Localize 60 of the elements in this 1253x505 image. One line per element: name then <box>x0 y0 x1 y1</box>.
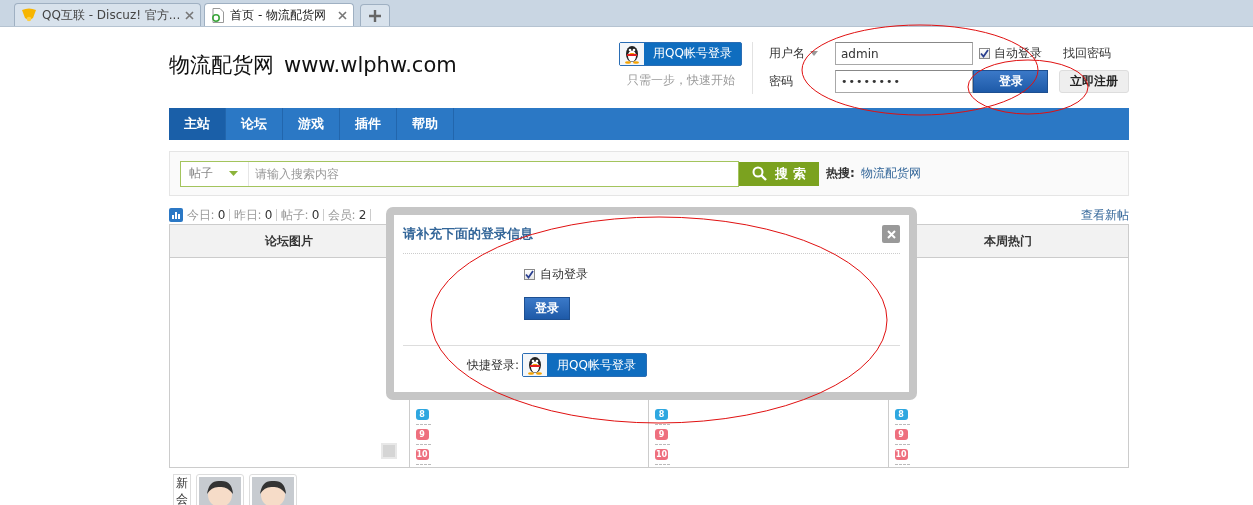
rank-badge: 8 <box>655 409 668 420</box>
checkbox-label: 自动登录 <box>540 266 588 283</box>
forgot-password-link[interactable]: 找回密码 <box>1063 45 1129 62</box>
nav-tab[interactable]: 帮助 <box>397 108 454 140</box>
plus-icon <box>369 9 382 22</box>
username-field[interactable]: admin <box>835 42 973 65</box>
search-icon <box>752 166 768 181</box>
rank-badge: 10 <box>655 449 669 460</box>
view-new-posts-link[interactable]: 查看新帖 <box>1081 206 1129 224</box>
close-icon[interactable] <box>185 10 195 20</box>
rank-badge: 8 <box>894 409 908 420</box>
nav-tab[interactable]: 插件 <box>340 108 397 140</box>
rank-badge: 10 <box>415 449 429 460</box>
quick-login-label: 快捷登录: <box>467 356 520 374</box>
checkbox-label: 自动登录 <box>994 45 1042 62</box>
qq-login-button[interactable]: 用QQ帐号登录 <box>619 41 742 66</box>
hot-search-link[interactable]: 物流配货网 <box>860 165 921 182</box>
close-icon[interactable] <box>338 10 348 20</box>
search-field[interactable]: 帖子 请输入搜索内容 <box>180 160 739 187</box>
qq-login-hint: 只需一步，快速开始 <box>626 71 735 89</box>
rank-badge: 9 <box>894 429 908 440</box>
password-field[interactable]: •••••••• <box>835 70 973 93</box>
browser-tab[interactable]: QQ互联 - Discuz! 官方... <box>14 3 202 26</box>
rank-badge: 8 <box>415 409 429 420</box>
browser-tab[interactable]: 首页 - 物流配货网 <box>204 3 355 26</box>
stat-item: 今日: 0 <box>187 209 230 221</box>
stat-item: 帖子: 0 <box>277 209 325 221</box>
column-header: 论坛图片 <box>265 232 314 250</box>
checkbox[interactable] <box>524 269 535 280</box>
hot-search-label: 热搜: <box>826 165 855 182</box>
nav-tab[interactable]: 论坛 <box>226 108 283 140</box>
bell-icon <box>21 8 37 22</box>
new-tab-button[interactable] <box>360 4 391 26</box>
caret-icon[interactable] <box>810 51 818 56</box>
stat-item: 昨日: 0 <box>230 209 278 221</box>
bar-chart-icon <box>169 208 183 222</box>
login-button[interactable]: 登录 <box>524 297 570 320</box>
nav-tab[interactable]: 主站 <box>169 108 226 140</box>
page-icon <box>211 7 226 23</box>
rank-badge: 9 <box>415 429 429 440</box>
caret-icon <box>229 171 238 176</box>
nav-tab[interactable]: 游戏 <box>283 108 340 140</box>
penguin-icon <box>623 43 642 64</box>
field-label: 用户名 <box>769 45 805 62</box>
login-button[interactable]: 登录 <box>973 70 1048 93</box>
penguin-icon <box>526 355 545 375</box>
stat-item: 会员: 2 <box>324 209 372 221</box>
slider-pager[interactable] <box>380 443 397 459</box>
close-icon <box>886 229 896 239</box>
close-button[interactable] <box>882 225 900 243</box>
search-button[interactable]: 搜 索 <box>739 161 819 186</box>
column-header: 本周热门 <box>984 232 1033 250</box>
rank-badge: 10 <box>894 449 908 460</box>
new-members-label: 新会 <box>173 474 191 505</box>
checkbox[interactable] <box>979 48 990 59</box>
qq-login-button[interactable]: 用QQ帐号登录 <box>522 353 647 377</box>
site-name: 物流配货网 <box>169 52 274 79</box>
site-url: www.wlphw.com <box>284 53 457 77</box>
field-label: 密码 <box>769 73 793 90</box>
rank-badge: 9 <box>655 429 668 440</box>
